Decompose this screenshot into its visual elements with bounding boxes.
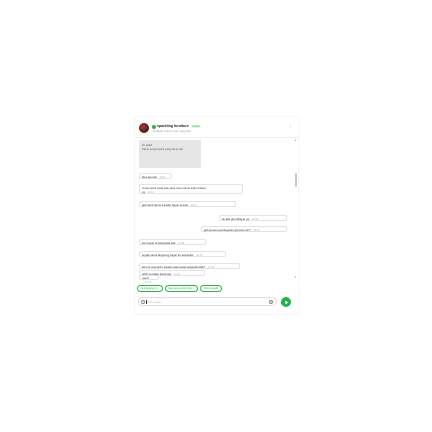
online-badge: Online [190, 124, 202, 129]
emoji-icon[interactable] [141, 300, 145, 304]
message-text: jadi proses pembayaran gimana min? [204, 228, 251, 232]
chat-window: sparkling furniture Online Terakhir onli… [135, 117, 298, 314]
quoted-line-1: Hi, Halo! [142, 144, 153, 147]
message-text: cuma stock yang ada yang mau mama ingin … [142, 186, 206, 190]
message-bubble: bisa aja kak 12:11 [139, 173, 172, 179]
input-placeholder: Tulis pesan... [147, 300, 164, 304]
scroll-thumb[interactable] [294, 173, 297, 187]
message-text-cont: ya [142, 190, 145, 194]
message-scrollbar[interactable]: ▴ ▾ [294, 139, 297, 279]
chat-header: sparkling furniture Online Terakhir onli… [135, 117, 298, 137]
quoted-message: Hi, Halo! Kamu punya stock yang kamu car… [139, 140, 201, 168]
message-input[interactable]: Tulis pesan... + [138, 297, 277, 306]
send-icon [284, 300, 288, 304]
message-time: 12:11 [190, 204, 197, 207]
message-text: engak sama langsung bayar ke ekspedisi [142, 253, 194, 257]
message-bubble: cuma stock yang ada yang mau mama ingin … [139, 184, 243, 194]
message-time: 12:14 [178, 242, 185, 245]
shop-status: Terakhir online 1 jam yang lalu [153, 129, 191, 133]
message-time: 12:14 [145, 281, 151, 284]
message-bubble: jadi nanti harus transfer bayar sesuai 12… [139, 201, 236, 207]
message-time: 12:13 [253, 229, 260, 232]
message-time: 12:13 [252, 218, 259, 221]
quick-reply-chip[interactable]: Cek barang ini... [137, 285, 163, 292]
message-time: 12:11 [147, 191, 154, 194]
message-text: jadi nanti harus transfer bayar sesuai [142, 203, 188, 207]
message-text: lebih ok kalau lewat aja [142, 272, 171, 276]
more-vertical-icon[interactable]: ⋮ [288, 124, 293, 129]
message-list: Hi, Halo! Kamu punya stock yang kamu car… [135, 138, 298, 284]
message-text: kan bayar di tokopedia kak [142, 241, 176, 245]
message-bubble: lebih ok kalau lewat aja 12:15 [139, 270, 205, 276]
message-time: 12:15 [173, 273, 180, 276]
message-bubble: engak sama langsung bayar ke ekspedisi 12… [139, 251, 226, 257]
message-bubble-outgoing: jadi proses pembayaran gimana min? 12:13 [201, 226, 287, 232]
message-time: 12:11 [159, 176, 166, 179]
scroll-up-icon[interactable]: ▴ [294, 139, 297, 142]
shop-avatar[interactable] [139, 123, 149, 133]
message-text: bisa aja kak [142, 175, 157, 179]
quick-reply-chip[interactable]: Terima kasih [200, 285, 222, 292]
quick-reply-chips: Cek barang ini... Mau tanya lebih dulu..… [137, 285, 222, 292]
message-text: kan ini mau kirim lewatin atau lewat eks… [142, 265, 206, 269]
attach-icon[interactable]: + [269, 300, 273, 304]
quoted-line-2: Kamu punya stock yang kamu cari [142, 148, 184, 151]
message-bubble: kan ini mau kirim lewatin atau lewat eks… [139, 263, 240, 269]
message-time: 12:14 [208, 266, 215, 269]
send-button[interactable] [281, 297, 291, 307]
message-bubble: kan bayar di tokopedia kak 12:14 [139, 239, 206, 245]
scroll-down-icon[interactable]: ▾ [294, 276, 297, 279]
message-text: ok kak gitu dibayar ya [222, 217, 250, 221]
message-bubble-outgoing: ok kak gitu dibayar ya 12:13 [219, 215, 287, 221]
verified-check-icon [152, 124, 156, 129]
quick-reply-chip[interactable]: Mau tanya lebih dulu... [164, 285, 198, 292]
message-time: 12:14 [196, 254, 203, 257]
